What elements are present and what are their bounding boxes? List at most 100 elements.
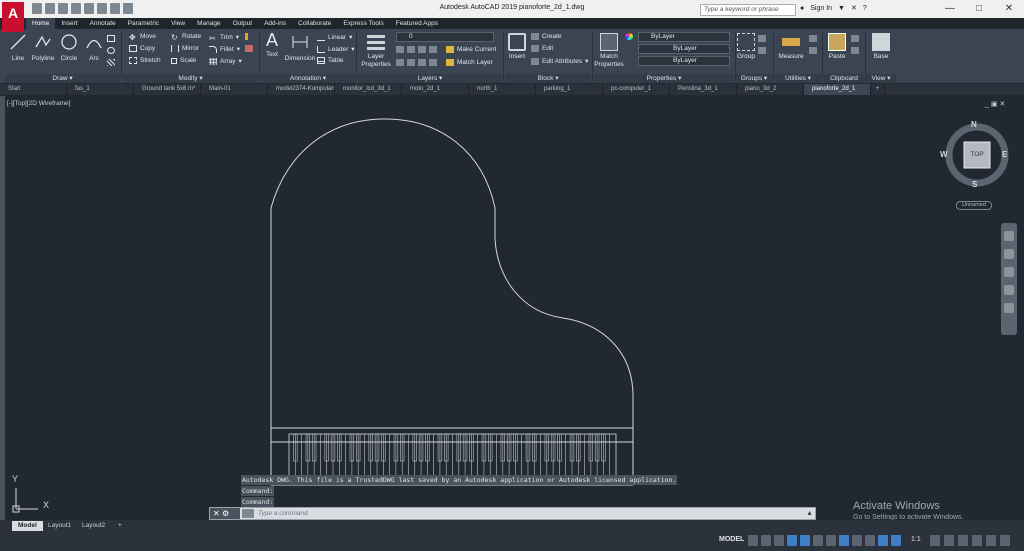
tab-layout2[interactable]: Layout2 [76, 521, 111, 531]
zoom-icon[interactable] [1004, 267, 1014, 277]
cart-icon[interactable]: ▼ [838, 5, 845, 12]
pencil-icon[interactable] [245, 33, 248, 40]
lineweight-icon[interactable] [852, 535, 862, 546]
grid-icon[interactable] [748, 535, 758, 546]
app-menu-button[interactable]: A [2, 2, 24, 32]
file-tab[interactable]: pc-computer_1 [603, 84, 670, 95]
modify-panel-title[interactable]: Modify ▾ [123, 74, 258, 83]
compass-north[interactable]: N [971, 120, 977, 129]
view-panel-title[interactable]: View ▾ [866, 74, 896, 83]
hardware-acceleration-icon[interactable] [972, 535, 982, 546]
edit-attributes-button[interactable]: Edit Attributes ▾ [531, 57, 588, 65]
leader-button[interactable]: Leader ▾ [317, 45, 355, 53]
measure-button[interactable]: Measure [777, 33, 805, 60]
insert-button[interactable]: Insert [505, 33, 529, 60]
polar-icon[interactable] [800, 535, 810, 546]
sign-in-link[interactable]: Sign In [810, 5, 832, 12]
match-layer-button[interactable]: Match Layer [446, 59, 493, 66]
viewcube[interactable]: N S E W TOP [940, 118, 1015, 193]
viewport-controls-label[interactable]: [-][Top][2D Wireframe] [7, 100, 71, 107]
erase-icon[interactable] [245, 45, 253, 52]
dimension-button[interactable]: Dimension [283, 33, 317, 62]
tab-add-ins[interactable]: Add-ins [258, 18, 292, 29]
customization-menu-icon[interactable] [1000, 535, 1010, 546]
properties-panel-title[interactable]: Properties ▾ [594, 74, 734, 83]
rotate-button[interactable]: ↻ Rotate [171, 33, 201, 42]
point-icon[interactable] [809, 47, 817, 54]
trim-button[interactable]: ✂ Trim ▾ [209, 33, 239, 43]
compass-east[interactable]: E [1002, 150, 1007, 159]
tab-home[interactable]: Home [26, 18, 56, 29]
tab-insert[interactable]: Insert [55, 18, 83, 29]
layer-dropdown[interactable]: 0 [396, 32, 494, 42]
compass-west[interactable]: W [940, 150, 948, 159]
file-tab[interactable]: fas_1 [67, 84, 134, 95]
copy-clip-icon[interactable] [851, 47, 859, 54]
full-navigation-wheel-icon[interactable] [1004, 231, 1014, 241]
help-icon[interactable]: ? [863, 5, 867, 12]
tab-parametric[interactable]: Parametric [122, 18, 165, 29]
group-edit-icon[interactable] [758, 47, 766, 54]
paste-button[interactable]: Paste [826, 33, 848, 60]
tab-manage[interactable]: Manage [191, 18, 227, 29]
text-button[interactable]: A Text [261, 31, 283, 58]
ungroup-icon[interactable] [758, 35, 766, 42]
add-layout-button[interactable]: + [112, 521, 128, 531]
chevron-up-icon[interactable]: ▲ [806, 508, 813, 519]
cut-icon[interactable] [851, 35, 859, 42]
annotation-visibility-icon[interactable] [878, 535, 888, 546]
group-button[interactable]: Group [736, 33, 756, 60]
file-tab[interactable]: Ground tank 5x8 m* [134, 84, 201, 95]
layer-properties-button[interactable]: Layer Properties [360, 33, 392, 69]
file-tab[interactable]: parking_1 [536, 84, 603, 95]
file-tab[interactable]: model2374-Kumpulan_Furniture_Library* [268, 84, 335, 95]
file-tab[interactable]: moto_2d_1 [402, 84, 469, 95]
auto-scale-icon[interactable] [891, 535, 901, 546]
file-tab[interactable]: piano_3d_2 [737, 84, 804, 95]
annotation-panel-title[interactable]: Annotation ▾ [261, 74, 355, 83]
customize-icon[interactable]: ⚙ [222, 509, 229, 518]
rectangle-icon[interactable] [107, 35, 115, 42]
close-button[interactable]: ✕ [994, 0, 1024, 18]
search-input[interactable]: Type a keyword or phrase [700, 4, 796, 16]
file-tab[interactable]: monitor_lcd_3d_1 [335, 84, 402, 95]
ellipse-icon[interactable] [107, 47, 115, 54]
clipboard-panel-title[interactable]: Clipboard [824, 74, 864, 83]
layer-tool-icon[interactable] [429, 46, 437, 53]
new-tab-button[interactable]: + [871, 84, 885, 95]
file-tab[interactable]: Pensilna_3d_1 [670, 84, 737, 95]
tab-annotate[interactable]: Annotate [84, 18, 122, 29]
infer-constraints-icon[interactable] [774, 535, 784, 546]
viewcube-top-face[interactable]: TOP [964, 151, 990, 158]
tab-featured-apps[interactable]: Featured Apps [390, 18, 444, 29]
create-block-button[interactable]: Create [531, 33, 562, 40]
layers-panel-title[interactable]: Layers ▾ [358, 74, 502, 83]
compass-south[interactable]: S [972, 180, 977, 189]
model-space-button[interactable]: MODEL [719, 536, 744, 543]
fillet-button[interactable]: Fillet ▾ [209, 45, 240, 53]
stretch-button[interactable]: Stretch [129, 57, 161, 64]
base-button[interactable]: Base [868, 33, 894, 60]
file-tab[interactable]: Start [0, 84, 67, 95]
layer-tool-icon[interactable] [396, 46, 404, 53]
groups-panel-title[interactable]: Groups ▾ [736, 74, 772, 83]
tab-view[interactable]: View [165, 18, 191, 29]
snap-icon[interactable] [761, 535, 771, 546]
edit-block-button[interactable]: Edit [531, 45, 553, 52]
utilities-panel-title[interactable]: Utilities ▾ [775, 74, 821, 83]
copy-button[interactable]: Copy [129, 45, 155, 52]
move-button[interactable]: ✥ Move [129, 33, 156, 42]
maximize-button[interactable]: □ [964, 0, 994, 18]
layer-tool-icon[interactable] [396, 59, 404, 66]
color-dropdown[interactable]: ByLayer [638, 32, 730, 42]
orbit-icon[interactable] [1004, 285, 1014, 295]
linetype-dropdown[interactable]: ByLayer [638, 44, 730, 54]
calculator-icon[interactable] [809, 35, 817, 42]
annotation-scale[interactable]: 1:1 [911, 536, 921, 543]
make-current-button[interactable]: Make Current [446, 46, 496, 53]
isolate-objects-icon[interactable] [958, 535, 968, 546]
circle-button[interactable]: Circle [57, 33, 81, 62]
hatch-icon[interactable] [107, 59, 115, 66]
object-snap-icon[interactable] [839, 535, 849, 546]
user-icon[interactable]: ● [800, 5, 804, 12]
